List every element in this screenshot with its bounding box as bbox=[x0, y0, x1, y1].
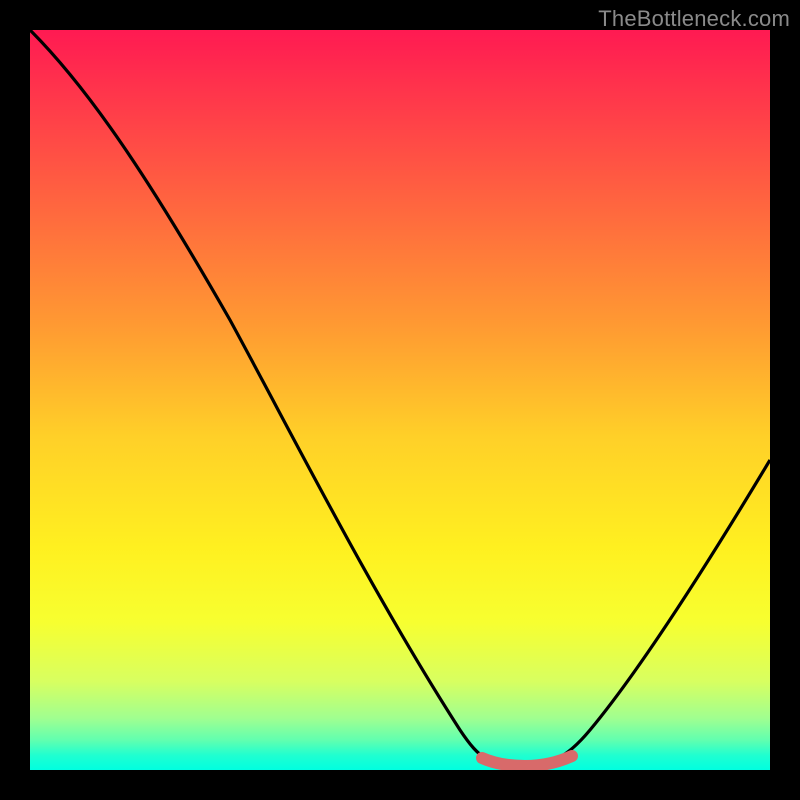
chart-frame: TheBottleneck.com bbox=[0, 0, 800, 800]
bottleneck-curve-path bbox=[30, 30, 770, 765]
optimal-band-path bbox=[482, 756, 572, 766]
plot-area bbox=[30, 30, 770, 770]
watermark-text: TheBottleneck.com bbox=[598, 6, 790, 32]
curve-svg bbox=[30, 30, 770, 770]
